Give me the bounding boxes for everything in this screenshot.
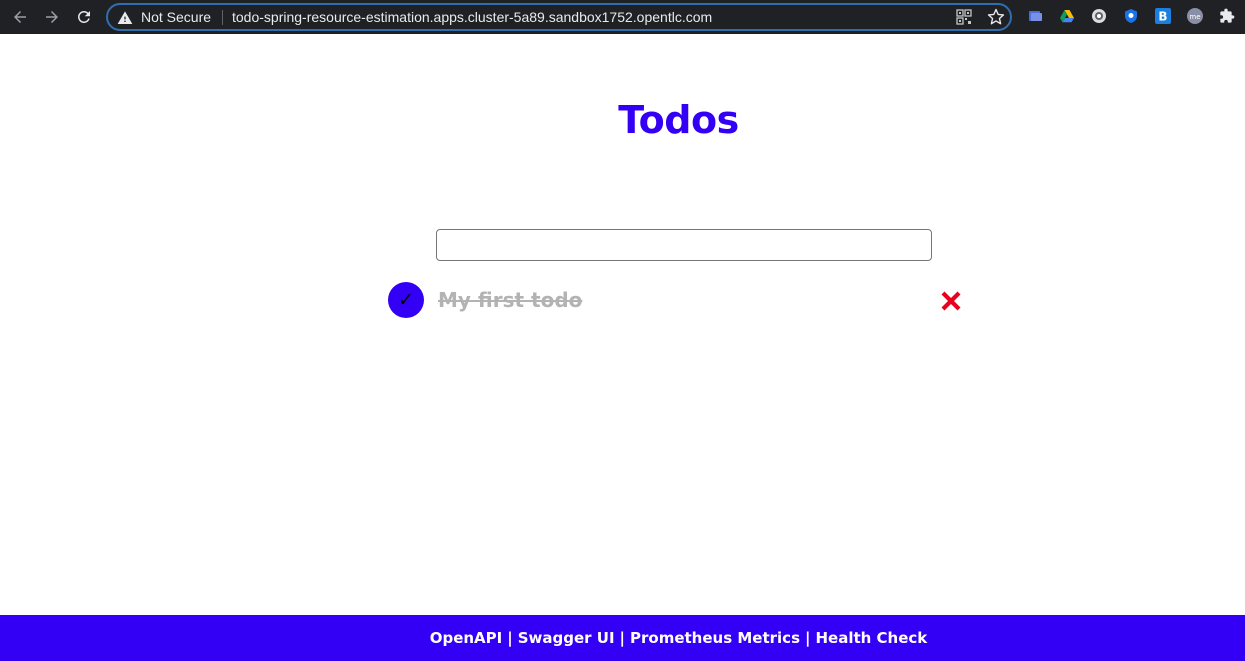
forward-arrow-icon[interactable]: [40, 5, 64, 29]
browser-toolbar: Not Secure todo-spring-resource-estimati…: [0, 0, 1245, 34]
address-bar[interactable]: Not Secure todo-spring-resource-estimati…: [106, 3, 1012, 31]
footer-separator: |: [619, 629, 626, 647]
footer-separator: |: [507, 629, 513, 647]
todo-item: ✓ My first todo: [388, 282, 968, 318]
qr-code-icon[interactable]: [956, 9, 972, 25]
profile-initials: me: [1189, 13, 1200, 21]
puzzle-extensions-icon[interactable]: [1219, 8, 1235, 24]
delete-todo-button[interactable]: [938, 288, 964, 314]
page-extension-icon[interactable]: [1027, 8, 1043, 24]
google-drive-icon[interactable]: [1059, 8, 1075, 24]
footer-separator: |: [805, 629, 811, 647]
bookmark-star-icon[interactable]: [987, 8, 1005, 26]
footer-link-openapi[interactable]: OpenAPI: [430, 628, 503, 648]
footer-link-swagger-ui[interactable]: Swagger UI: [518, 628, 615, 648]
back-arrow-icon[interactable]: [8, 5, 32, 29]
security-status[interactable]: Not Secure: [141, 9, 211, 26]
shield-extension-icon[interactable]: [1123, 8, 1139, 24]
omnibox-divider: [222, 10, 223, 25]
todo-title[interactable]: My first todo: [438, 288, 582, 312]
url-text[interactable]: todo-spring-resource-estimation.apps.clu…: [232, 9, 712, 26]
todo-toggle-checkbox[interactable]: ✓: [388, 282, 424, 318]
footer-link-health-check[interactable]: Health Check: [815, 628, 927, 648]
footer-bar: OpenAPI | Swagger UI | Prometheus Metric…: [0, 615, 1245, 661]
reload-icon[interactable]: [72, 5, 96, 29]
b-extension-icon[interactable]: B: [1155, 8, 1171, 24]
new-todo-input[interactable]: [436, 229, 932, 261]
circle-extension-icon[interactable]: [1091, 8, 1107, 24]
checkmark-icon: ✓: [398, 288, 414, 311]
close-x-icon: [941, 291, 961, 311]
b-extension-letter: B: [1158, 10, 1167, 24]
profile-avatar-icon[interactable]: me: [1187, 8, 1203, 24]
page-title: Todos: [618, 98, 739, 142]
footer-link-prometheus-metrics[interactable]: Prometheus Metrics: [630, 628, 800, 648]
warning-icon: [117, 11, 133, 24]
